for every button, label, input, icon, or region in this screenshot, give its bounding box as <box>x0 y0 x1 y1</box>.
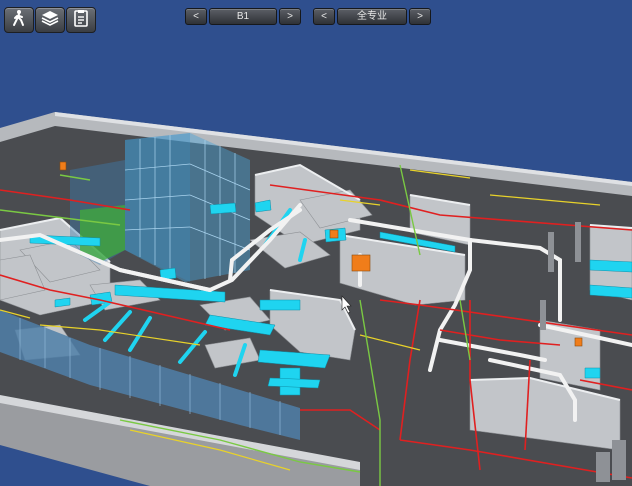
walk-icon <box>10 9 28 32</box>
clipboard-icon <box>72 9 90 32</box>
properties-button[interactable] <box>66 7 96 33</box>
bim-3d-viewport[interactable] <box>0 0 632 486</box>
layers-icon <box>41 9 59 32</box>
floor-selector[interactable]: B1 <box>209 8 277 25</box>
discipline-selector[interactable]: 全专业 <box>337 8 407 25</box>
discipline-prev-button[interactable]: < <box>313 8 335 25</box>
floor-prev-button[interactable]: < <box>185 8 207 25</box>
walk-mode-button[interactable] <box>4 7 34 33</box>
layers-button[interactable] <box>35 7 65 33</box>
discipline-next-button[interactable]: > <box>409 8 431 25</box>
floor-next-button[interactable]: > <box>279 8 301 25</box>
